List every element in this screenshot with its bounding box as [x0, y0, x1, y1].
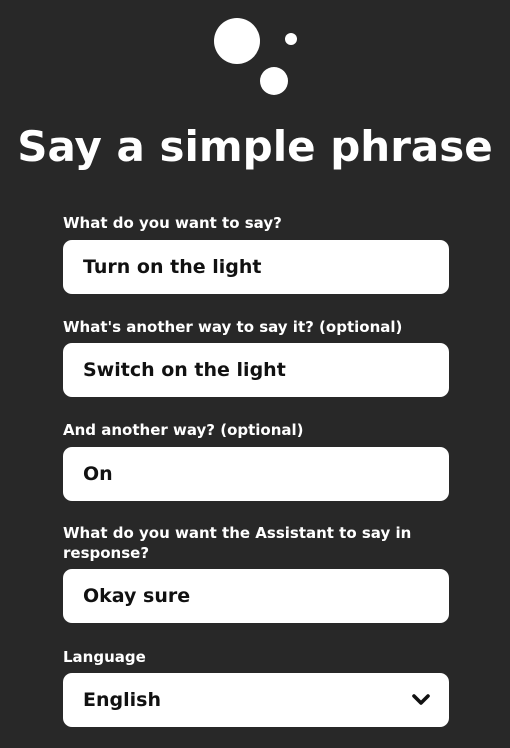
alt-phrase-field-group: What's another way to say it? (optional)… — [63, 317, 449, 397]
assistant-dots-icon — [212, 18, 302, 96]
language-label: Language — [63, 648, 146, 666]
language-selected-value: English — [83, 689, 161, 711]
chevron-down-icon — [412, 694, 430, 705]
phrase-field-group: What do you want to say? Turn on the lig… — [63, 213, 449, 294]
another-phrase-field-group: And another way? (optional) On — [63, 420, 449, 501]
response-field-group: What do you want the Assistant to say in… — [63, 523, 449, 623]
language-select[interactable]: English — [63, 673, 449, 727]
logo-dot-medium — [260, 67, 288, 95]
response-label: What do you want the Assistant to say in… — [63, 524, 412, 562]
another-phrase-input[interactable]: On — [63, 447, 449, 501]
language-field-group: Language English — [63, 647, 449, 727]
phrase-input[interactable]: Turn on the light — [63, 240, 449, 294]
another-phrase-label: And another way? (optional) — [63, 421, 304, 439]
alt-phrase-input[interactable]: Switch on the light — [63, 343, 449, 397]
logo-dot-small — [285, 33, 297, 45]
logo-dot-large — [214, 18, 260, 64]
phrase-label: What do you want to say? — [63, 214, 282, 232]
alt-phrase-label: What's another way to say it? (optional) — [63, 318, 403, 336]
response-input[interactable]: Okay sure — [63, 569, 449, 623]
page-title: Say a simple phrase — [17, 122, 493, 171]
